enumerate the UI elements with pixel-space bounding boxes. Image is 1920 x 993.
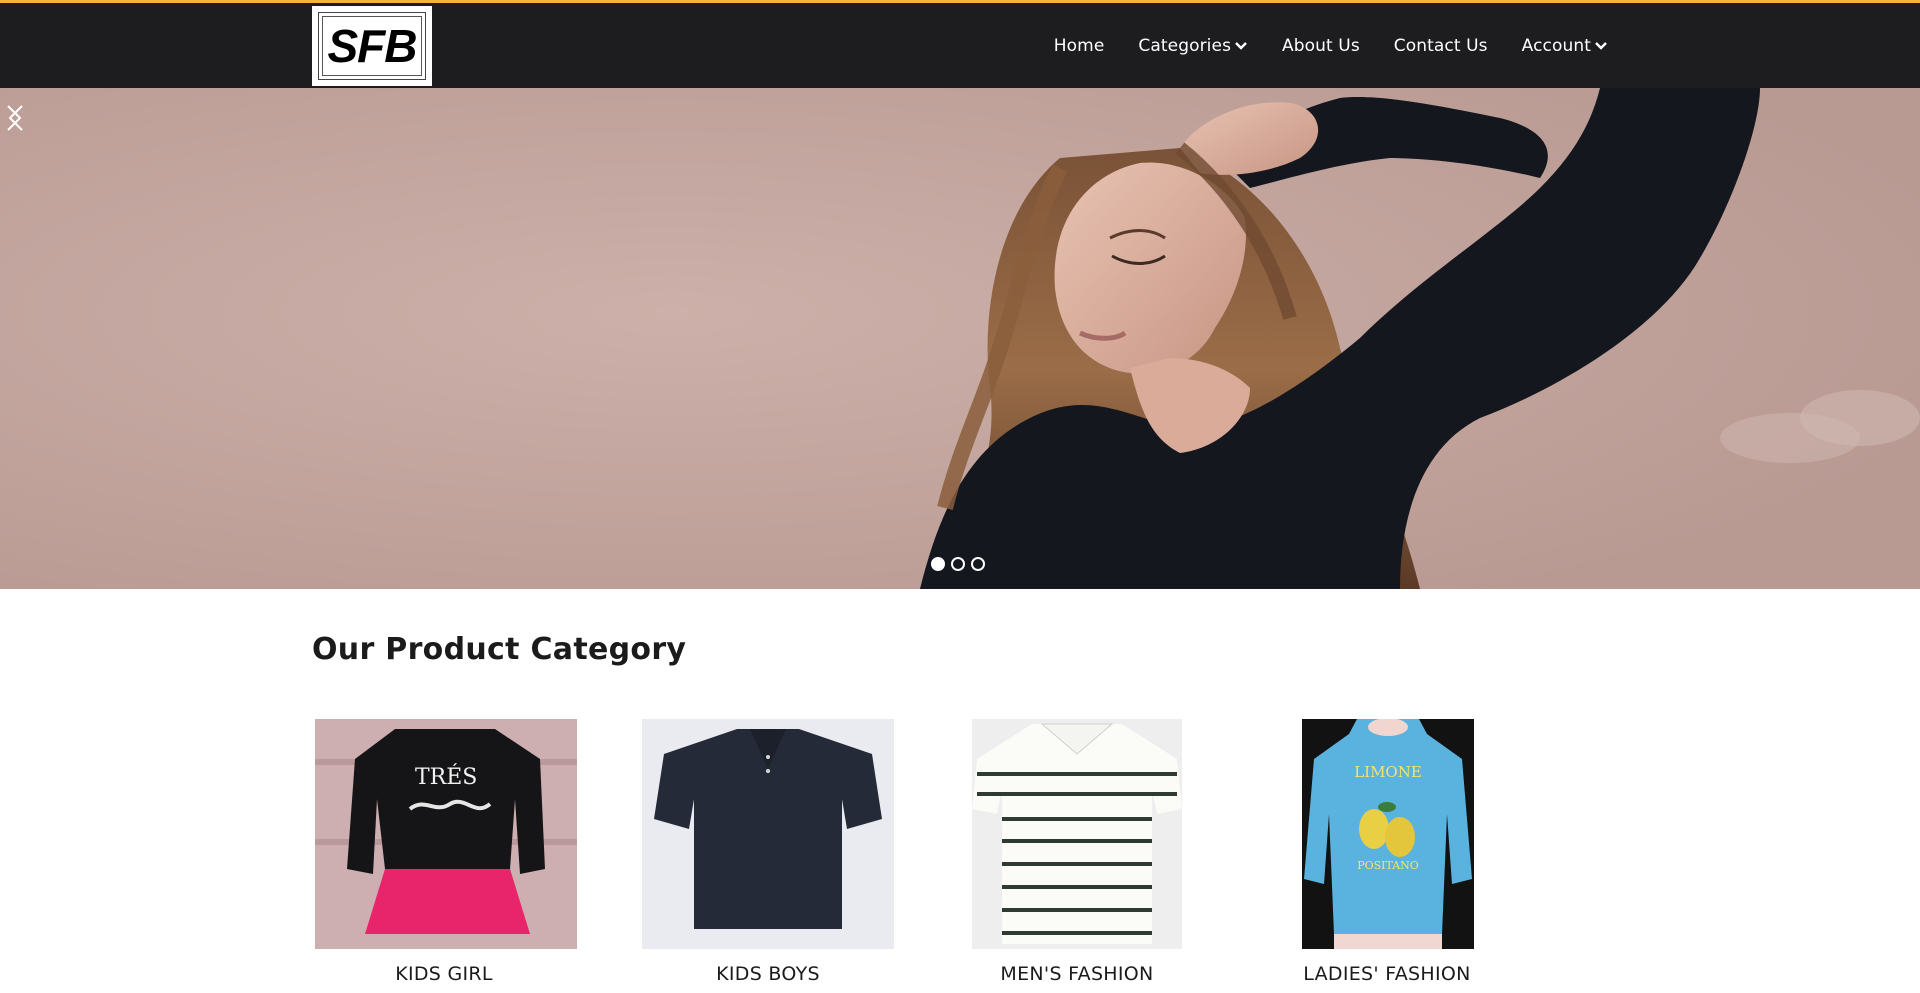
main-nav: Home Categories About Us Contact Us Acco… xyxy=(1020,3,1608,88)
category-label: MEN'S FASHION xyxy=(1000,963,1154,985)
category-image-ladies-fashion[interactable]: LIMONE POSITANO xyxy=(1302,719,1474,949)
nav-account[interactable]: Account xyxy=(1522,36,1608,56)
logo-text: SFB xyxy=(322,16,422,76)
section-title: Our Product Category xyxy=(312,632,687,667)
nav-home-label: Home xyxy=(1053,35,1105,56)
carousel-dot-2[interactable] xyxy=(951,557,965,571)
svg-text:POSITANO: POSITANO xyxy=(1357,859,1419,872)
category-label: LADIES' FASHION xyxy=(1303,963,1471,985)
svg-text:TRÉS: TRÉS xyxy=(415,763,477,790)
carousel-next-arrow-icon[interactable] xyxy=(0,88,30,148)
nav-contact-label: Contact Us xyxy=(1393,35,1488,56)
logo-frame: SFB xyxy=(318,12,426,80)
nav-about-label: About Us xyxy=(1282,35,1360,56)
category-image-mens-fashion[interactable] xyxy=(972,719,1182,949)
site-logo[interactable]: SFB xyxy=(312,6,432,86)
nav-categories-label: Categories xyxy=(1138,35,1232,56)
nav-contact-us[interactable]: Contact Us xyxy=(1394,36,1488,56)
carousel-dot-1[interactable] xyxy=(931,557,945,571)
carousel-indicators xyxy=(931,557,985,571)
svg-text:LIMONE: LIMONE xyxy=(1354,763,1422,781)
category-image-kids-girl[interactable]: TRÉS xyxy=(315,719,577,949)
hero-carousel xyxy=(0,88,1920,589)
category-label: KIDS BOYS xyxy=(716,963,820,985)
hero-slide-image xyxy=(0,88,1920,589)
category-image-kids-boys[interactable] xyxy=(642,719,894,949)
nav-about-us[interactable]: About Us xyxy=(1282,36,1360,56)
chevron-down-icon xyxy=(1595,41,1607,50)
chevron-down-icon xyxy=(1235,41,1247,50)
category-label: KIDS GIRL xyxy=(395,963,493,985)
nav-categories[interactable]: Categories xyxy=(1138,36,1248,56)
site-header: SFB Home Categories About Us Contact Us … xyxy=(0,3,1920,88)
carousel-dot-3[interactable] xyxy=(971,557,985,571)
nav-home[interactable]: Home xyxy=(1054,36,1105,56)
nav-account-label: Account xyxy=(1521,35,1591,56)
